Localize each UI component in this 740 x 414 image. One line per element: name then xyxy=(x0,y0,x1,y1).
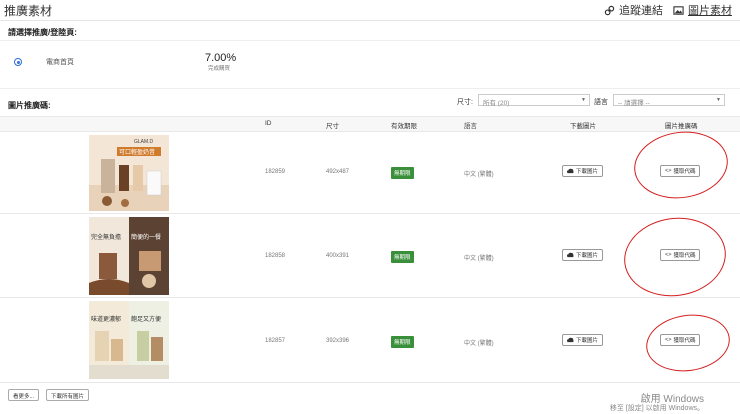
landing-section-label: 請選擇推廣/登陸頁: xyxy=(8,28,77,37)
conversion-rate: 7.00% xyxy=(205,52,237,64)
col-code: 圖片推廣碼 xyxy=(665,123,698,130)
lang-filter-label: 語言 xyxy=(594,99,608,106)
chevron-down-icon: ▼ xyxy=(716,97,721,103)
divider xyxy=(0,88,740,89)
download-label: 下載圖片 xyxy=(576,169,599,175)
link-icon xyxy=(604,5,615,15)
thumb-right-text: 飽足又方便 xyxy=(131,315,161,323)
cell-id: 182857 xyxy=(265,338,286,344)
expiry-badge: 無期限 xyxy=(391,167,414,179)
image-icon xyxy=(673,5,684,15)
download-all-button[interactable]: 下載所有圖片 xyxy=(46,389,90,401)
col-language: 語言 xyxy=(464,123,477,130)
col-expiry: 有效期限 xyxy=(391,123,417,130)
size-select-value: 所有 (20) xyxy=(483,100,510,107)
image-material-tab[interactable]: 圖片素材 xyxy=(673,2,732,18)
expiry-badge: 無期限 xyxy=(391,336,414,348)
activation-watermark-sub: 移至 [設定] 以啟用 Windows。 xyxy=(609,405,704,412)
expiry-badge: 無期限 xyxy=(391,251,414,263)
cloud-download-icon xyxy=(567,252,574,258)
col-size: 尺寸 xyxy=(326,123,339,130)
cell-language: 中文 (繁體) xyxy=(464,256,494,262)
see-more-button[interactable]: 看更多... xyxy=(8,389,40,401)
landing-option-label: 電商首頁 xyxy=(46,59,74,66)
banner-thumbnail[interactable]: GLAM.D 可口輕盈奶昔 xyxy=(89,135,169,211)
download-image-button[interactable]: 下載圖片 xyxy=(562,249,604,261)
col-download: 下載圖片 xyxy=(570,123,596,130)
top-bar: 推廣素材 追蹤連結 圖片素材 xyxy=(0,0,740,21)
thumb-headline: 可口輕盈奶昔 xyxy=(119,148,155,156)
cell-size: 492x487 xyxy=(326,169,350,175)
image-material-label: 圖片素材 xyxy=(688,5,732,17)
banner-thumbnail[interactable]: 完全無負擔 簡便的一餐 xyxy=(89,217,169,295)
table-row: 味道更濃郁 飽足又方便 182857 392x396 無期限 中文 (繁體) 下… xyxy=(0,298,740,383)
cell-language: 中文 (繁體) xyxy=(464,341,494,347)
cell-id: 182859 xyxy=(265,169,286,175)
size-filter-label: 尺寸: xyxy=(457,99,473,106)
header-links: 追蹤連結 圖片素材 xyxy=(604,2,732,18)
tracking-link-tab[interactable]: 追蹤連結 xyxy=(604,2,663,18)
cloud-download-icon xyxy=(567,168,574,174)
conversion-label: 完成購買 xyxy=(208,66,231,72)
download-image-button[interactable]: 下載圖片 xyxy=(562,334,604,346)
banner-section-label: 圖片推廣碼: xyxy=(8,101,51,110)
lang-select-value: -- 請選擇 -- xyxy=(618,100,650,107)
lang-select[interactable]: -- 請選擇 -- ▼ xyxy=(613,94,725,107)
tracking-link-label: 追蹤連結 xyxy=(619,5,663,17)
cell-language: 中文 (繁體) xyxy=(464,172,494,178)
cloud-download-icon xyxy=(567,337,574,343)
download-image-button[interactable]: 下載圖片 xyxy=(562,165,604,177)
cell-size: 400x391 xyxy=(326,253,350,259)
size-select[interactable]: 所有 (20) ▼ xyxy=(478,94,590,107)
thumb-left-text: 完全無負擔 xyxy=(91,233,121,241)
table-header: ID 尺寸 有效期限 語言 下載圖片 圖片推廣碼 xyxy=(0,116,740,132)
thumb-right-text: 簡便的一餐 xyxy=(131,233,161,241)
cell-id: 182858 xyxy=(265,253,286,259)
divider xyxy=(0,40,740,41)
chevron-down-icon: ▼ xyxy=(581,97,586,103)
thumb-brand: GLAM.D xyxy=(134,139,154,145)
col-id: ID xyxy=(265,120,272,127)
banner-thumbnail[interactable]: 味道更濃郁 飽足又方便 xyxy=(89,301,169,379)
thumb-left-text: 味道更濃郁 xyxy=(91,315,121,323)
table-row: GLAM.D 可口輕盈奶昔 182859 492x487 無期限 中文 (繁體)… xyxy=(0,131,740,214)
download-label: 下載圖片 xyxy=(576,253,599,259)
landing-radio[interactable] xyxy=(14,58,22,66)
download-label: 下載圖片 xyxy=(576,338,599,344)
page-title: 推廣素材 xyxy=(4,4,53,18)
cell-size: 392x396 xyxy=(326,338,350,344)
